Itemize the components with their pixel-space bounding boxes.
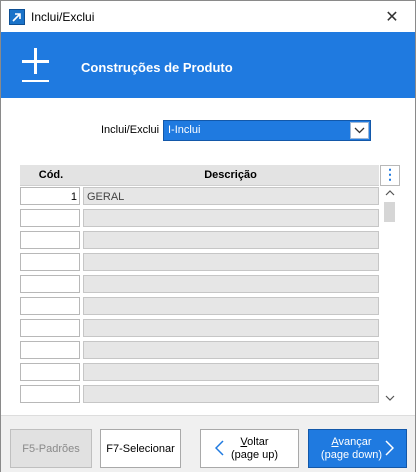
avancar-button[interactable]: Avançar (page down)	[308, 429, 407, 468]
voltar-sublabel: (page up)	[230, 448, 279, 461]
select-value: I-Inclui	[168, 124, 201, 136]
column-header-cod: Cód.	[38, 169, 64, 181]
table-row	[20, 318, 380, 340]
table-row	[20, 296, 380, 318]
grid-menu-button[interactable]: ⋮	[380, 165, 400, 186]
inclui-exclui-select[interactable]: I-Inclui	[163, 120, 371, 141]
table-row	[20, 384, 380, 406]
table-row	[20, 252, 380, 274]
table-row	[20, 208, 380, 230]
descricao-cell	[83, 209, 379, 227]
chevron-down-icon[interactable]	[381, 390, 398, 406]
cod-cell[interactable]	[20, 319, 80, 337]
descricao-cell	[83, 363, 379, 381]
voltar-label: Voltar	[240, 435, 269, 448]
cod-cell[interactable]	[20, 253, 80, 271]
cod-cell[interactable]: 1	[20, 187, 80, 205]
column-header-descricao: Descrição	[204, 169, 257, 181]
f7-selecionar-button[interactable]: F7-Selecionar	[100, 429, 181, 468]
descricao-cell	[83, 385, 379, 403]
cod-cell[interactable]	[20, 385, 80, 403]
cod-cell[interactable]	[20, 231, 80, 249]
app-icon	[9, 9, 25, 25]
f7-label: F7-Selecionar	[106, 442, 175, 455]
table-row	[20, 230, 380, 252]
cod-cell[interactable]	[20, 363, 80, 381]
more-vertical-icon: ⋮	[383, 166, 397, 182]
plus-icon	[19, 45, 53, 85]
f5-label: F5-Padrões	[22, 442, 80, 455]
avancar-label: Avançar	[331, 435, 372, 448]
descricao-cell	[83, 297, 379, 315]
chevron-left-icon	[214, 440, 224, 459]
chevron-right-icon	[385, 440, 395, 459]
cod-cell[interactable]	[20, 297, 80, 315]
table-row: 1 GERAL	[20, 186, 380, 208]
window-title: Inclui/Exclui	[31, 10, 95, 24]
dialog-window: Inclui/Exclui ✕ Construções de Produto I…	[0, 0, 416, 472]
scroll-thumb[interactable]	[384, 202, 395, 222]
f5-padroes-button[interactable]: F5-Padrões	[10, 429, 92, 468]
grid-rows: 1 GERAL	[20, 186, 380, 406]
table-row	[20, 362, 380, 384]
grid-scrollbar[interactable]	[381, 185, 398, 409]
footer-bar: F5-Padrões F7-Selecionar Voltar (page up…	[1, 415, 415, 472]
header-banner: Construções de Produto	[1, 32, 415, 98]
chevron-down-icon[interactable]	[350, 122, 369, 139]
page-title: Construções de Produto	[81, 60, 233, 75]
cod-cell[interactable]	[20, 209, 80, 227]
descricao-cell	[83, 231, 379, 249]
close-icon: ✕	[385, 8, 399, 26]
chevron-up-icon[interactable]	[381, 185, 398, 201]
table-row	[20, 274, 380, 296]
avancar-sublabel: (page down)	[320, 448, 383, 461]
grid-header: Cód. Descrição	[20, 165, 379, 186]
voltar-button[interactable]: Voltar (page up)	[200, 429, 299, 468]
cod-cell[interactable]	[20, 275, 80, 293]
title-bar: Inclui/Exclui ✕	[1, 1, 415, 32]
descricao-cell	[83, 253, 379, 271]
inclui-exclui-label: Inclui/Exclui	[101, 124, 160, 136]
descricao-cell	[83, 319, 379, 337]
descricao-cell: GERAL	[83, 187, 379, 205]
descricao-cell	[83, 341, 379, 359]
table-row	[20, 340, 380, 362]
cod-cell[interactable]	[20, 341, 80, 359]
close-button[interactable]: ✕	[369, 1, 415, 32]
descricao-cell	[83, 275, 379, 293]
